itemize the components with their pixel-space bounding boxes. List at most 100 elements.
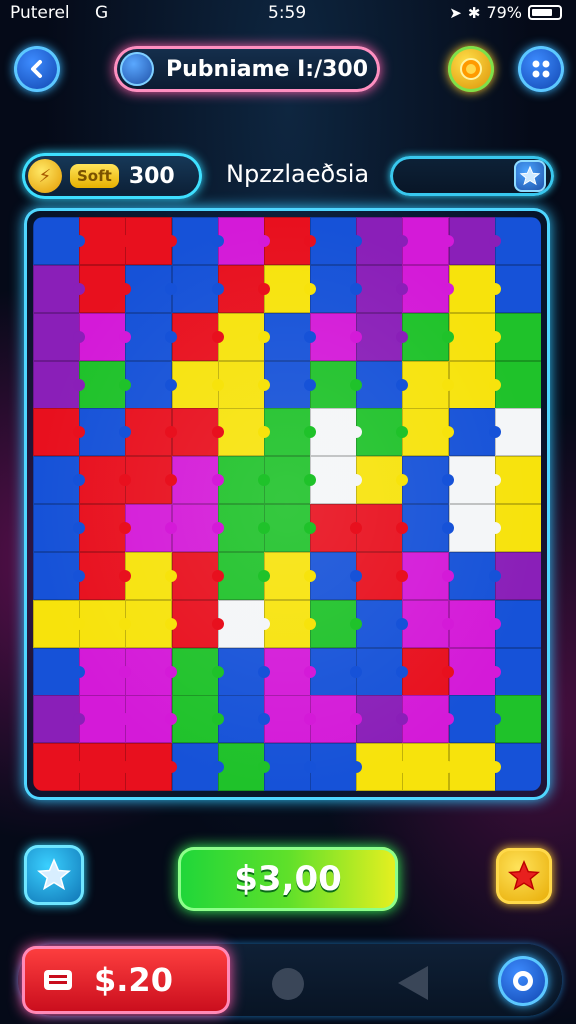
puzzle-piece[interactable]: [310, 408, 363, 457]
puzzle-piece[interactable]: [171, 599, 224, 648]
puzzle-piece[interactable]: [33, 360, 85, 409]
puzzle-piece[interactable]: [310, 647, 363, 696]
red-buy-button[interactable]: $.20: [22, 946, 230, 1014]
puzzle-piece[interactable]: [356, 408, 409, 457]
puzzle-piece[interactable]: [356, 456, 409, 505]
puzzle-piece[interactable]: [402, 599, 455, 648]
puzzle-piece[interactable]: [494, 743, 541, 791]
puzzle-piece[interactable]: [310, 264, 363, 313]
puzzle-piece[interactable]: [310, 695, 363, 744]
puzzle-piece[interactable]: [217, 264, 270, 313]
puzzle-piece[interactable]: [125, 551, 178, 600]
back-button[interactable]: [14, 46, 60, 92]
puzzle-piece[interactable]: [494, 551, 541, 600]
buy-button[interactable]: $3,00: [178, 847, 398, 911]
puzzle-piece[interactable]: [494, 695, 541, 744]
puzzle-piece[interactable]: [79, 408, 132, 457]
puzzle-piece[interactable]: [356, 312, 409, 361]
favorite-button[interactable]: [496, 848, 552, 904]
puzzle-piece[interactable]: [33, 695, 85, 744]
puzzle-piece[interactable]: [171, 264, 224, 313]
puzzle-piece[interactable]: [125, 360, 178, 409]
puzzle-piece[interactable]: [171, 695, 224, 744]
puzzle-piece[interactable]: [310, 312, 363, 361]
puzzle-piece[interactable]: [125, 647, 178, 696]
puzzle-piece[interactable]: [402, 743, 455, 791]
puzzle-piece[interactable]: [402, 695, 455, 744]
puzzle-piece[interactable]: [448, 360, 501, 409]
puzzle-piece[interactable]: [402, 264, 455, 313]
puzzle-piece[interactable]: [356, 360, 409, 409]
puzzle-piece[interactable]: [494, 360, 541, 409]
puzzle-piece[interactable]: [402, 312, 455, 361]
puzzle-piece[interactable]: [79, 599, 132, 648]
puzzle-piece[interactable]: [125, 264, 178, 313]
puzzle-piece[interactable]: [217, 743, 270, 791]
puzzle-piece[interactable]: [79, 360, 132, 409]
puzzle-piece[interactable]: [217, 647, 270, 696]
puzzle-piece[interactable]: [217, 408, 270, 457]
puzzle-piece[interactable]: [356, 551, 409, 600]
puzzle-piece[interactable]: [263, 456, 316, 505]
puzzle-piece[interactable]: [171, 647, 224, 696]
puzzle-piece[interactable]: [310, 360, 363, 409]
puzzle-piece[interactable]: [125, 456, 178, 505]
puzzle-piece[interactable]: [402, 551, 455, 600]
coin-button[interactable]: [448, 46, 494, 92]
puzzle-piece[interactable]: [356, 695, 409, 744]
puzzle-piece[interactable]: [356, 504, 409, 552]
puzzle-piece[interactable]: [263, 695, 316, 744]
progress-star-button[interactable]: [514, 160, 546, 192]
puzzle-piece[interactable]: [310, 217, 363, 265]
puzzle-piece[interactable]: [448, 217, 501, 265]
puzzle-piece[interactable]: [263, 360, 316, 409]
puzzle-piece[interactable]: [494, 647, 541, 696]
star-button[interactable]: [24, 845, 84, 905]
puzzle-piece[interactable]: [33, 551, 85, 600]
puzzle-piece[interactable]: [217, 456, 270, 505]
puzzle-piece[interactable]: [448, 264, 501, 313]
home-nav-icon[interactable]: [272, 968, 304, 1000]
puzzle-piece[interactable]: [171, 312, 224, 361]
puzzle-piece[interactable]: [448, 743, 501, 791]
puzzle-piece[interactable]: [171, 408, 224, 457]
puzzle-piece[interactable]: [448, 599, 501, 648]
puzzle-piece[interactable]: [33, 312, 85, 361]
puzzle-piece[interactable]: [263, 217, 316, 265]
puzzle-piece[interactable]: [33, 264, 85, 313]
puzzle-piece[interactable]: [79, 551, 132, 600]
menu-button[interactable]: [518, 46, 564, 92]
puzzle-piece[interactable]: [494, 217, 541, 265]
puzzle-piece[interactable]: [494, 264, 541, 313]
puzzle-piece[interactable]: [310, 456, 363, 505]
puzzle-piece[interactable]: [79, 312, 132, 361]
puzzle-piece[interactable]: [171, 360, 224, 409]
puzzle-piece[interactable]: [79, 647, 132, 696]
puzzle-piece[interactable]: [125, 504, 178, 552]
puzzle-piece[interactable]: [356, 647, 409, 696]
puzzle-piece[interactable]: [494, 599, 541, 648]
target-button[interactable]: [498, 956, 548, 1006]
puzzle-piece[interactable]: [217, 312, 270, 361]
puzzle-piece[interactable]: [402, 217, 455, 265]
puzzle-piece[interactable]: [33, 217, 85, 265]
puzzle-piece[interactable]: [263, 312, 316, 361]
puzzle-piece[interactable]: [79, 456, 132, 505]
puzzle-piece[interactable]: [448, 504, 501, 552]
puzzle-piece[interactable]: [171, 456, 224, 505]
puzzle-piece[interactable]: [448, 408, 501, 457]
puzzle-piece[interactable]: [79, 504, 132, 552]
puzzle-piece[interactable]: [171, 743, 224, 791]
puzzle-piece[interactable]: [494, 456, 541, 505]
puzzle-piece[interactable]: [494, 312, 541, 361]
puzzle-piece[interactable]: [125, 217, 178, 265]
puzzle-piece[interactable]: [33, 456, 85, 505]
puzzle-piece[interactable]: [171, 551, 224, 600]
puzzle-piece[interactable]: [79, 695, 132, 744]
puzzle-piece[interactable]: [125, 695, 178, 744]
puzzle-board[interactable]: [33, 217, 541, 791]
puzzle-piece[interactable]: [217, 217, 270, 265]
puzzle-piece[interactable]: [310, 599, 363, 648]
puzzle-piece[interactable]: [263, 743, 316, 791]
puzzle-piece[interactable]: [79, 743, 132, 791]
